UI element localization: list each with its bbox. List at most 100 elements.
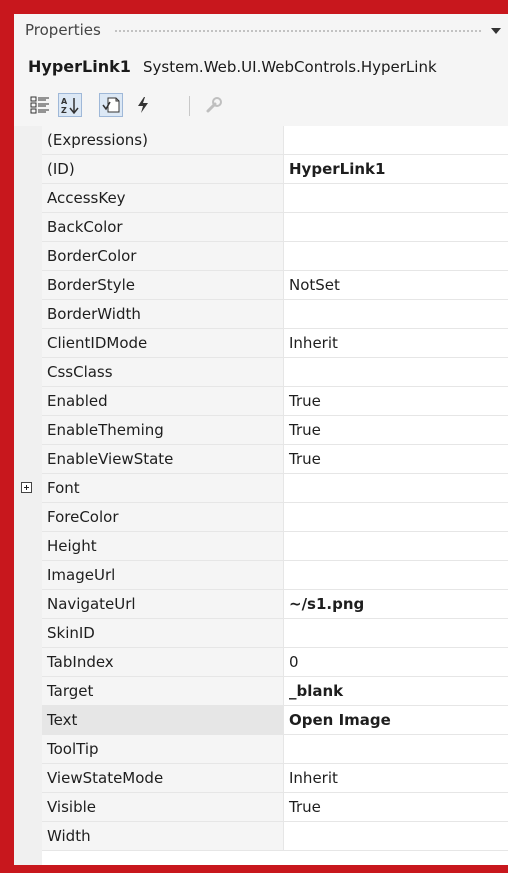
property-name-cell[interactable]: TabIndex — [42, 648, 283, 677]
property-row[interactable]: NavigateUrl ~/s1.png — [14, 590, 508, 619]
property-row[interactable]: ToolTip — [14, 735, 508, 764]
property-value-cell[interactable] — [284, 561, 508, 590]
property-name-cell[interactable]: EnableViewState — [42, 445, 283, 474]
property-name-cell[interactable]: (ID) — [42, 155, 283, 184]
property-value-cell[interactable]: True — [284, 416, 508, 445]
property-value-cell[interactable]: 0 — [284, 648, 508, 677]
property-value-cell[interactable] — [284, 358, 508, 387]
property-value: Open Image — [289, 711, 391, 729]
drag-grip[interactable] — [114, 29, 482, 34]
property-row[interactable]: Target _blank — [14, 677, 508, 706]
property-row[interactable]: ForeColor — [14, 503, 508, 532]
property-name-cell[interactable]: Height — [42, 532, 283, 561]
property-name-cell[interactable]: (Expressions) — [42, 126, 283, 155]
window-menu-button[interactable] — [488, 23, 504, 39]
property-name: Width — [47, 827, 91, 845]
property-row[interactable]: Height — [14, 532, 508, 561]
property-name-cell[interactable]: ViewStateMode — [42, 764, 283, 793]
property-value-cell[interactable]: Open Image — [284, 706, 508, 735]
property-name-cell[interactable]: ImageUrl — [42, 561, 283, 590]
properties-icon — [102, 97, 120, 113]
property-row[interactable]: AccessKey — [14, 184, 508, 213]
property-name: ToolTip — [47, 740, 99, 758]
property-name-cell[interactable]: Text — [42, 706, 283, 735]
property-name-cell[interactable]: Font — [42, 474, 283, 503]
property-row[interactable]: BackColor — [14, 213, 508, 242]
property-value-cell[interactable] — [284, 126, 508, 155]
property-name-cell[interactable]: ToolTip — [42, 735, 283, 764]
property-name-cell[interactable]: Target — [42, 677, 283, 706]
property-row[interactable]: Enabled True — [14, 387, 508, 416]
property-value-cell[interactable]: True — [284, 793, 508, 822]
property-row[interactable]: Visible True — [14, 793, 508, 822]
property-row[interactable]: BorderStyle NotSet — [14, 271, 508, 300]
property-value-cell[interactable]: _blank — [284, 677, 508, 706]
property-row[interactable]: EnableViewState True — [14, 445, 508, 474]
property-name-cell[interactable]: BackColor — [42, 213, 283, 242]
property-value-cell[interactable] — [284, 474, 508, 503]
property-value-cell[interactable] — [284, 532, 508, 561]
property-row[interactable]: Text Open Image — [14, 706, 508, 735]
property-name-cell[interactable]: NavigateUrl — [42, 590, 283, 619]
property-name-cell[interactable]: BorderStyle — [42, 271, 283, 300]
property-value-cell[interactable]: True — [284, 445, 508, 474]
property-row[interactable]: CssClass — [14, 358, 508, 387]
property-name: AccessKey — [47, 189, 126, 207]
property-name-cell[interactable]: EnableTheming — [42, 416, 283, 445]
property-pages-button[interactable] — [202, 93, 226, 117]
property-name-cell[interactable]: BorderColor — [42, 242, 283, 271]
property-row[interactable]: ImageUrl — [14, 561, 508, 590]
property-value-cell[interactable] — [284, 213, 508, 242]
property-value-cell[interactable]: NotSet — [284, 271, 508, 300]
property-value: _blank — [289, 682, 344, 700]
property-value: 0 — [289, 653, 299, 671]
properties-button[interactable] — [99, 93, 123, 117]
property-name-cell[interactable]: Enabled — [42, 387, 283, 416]
property-value-cell[interactable]: True — [284, 387, 508, 416]
property-value-cell[interactable] — [284, 735, 508, 764]
red-highlight-frame: Properties HyperLink1 System.Web.UI.WebC… — [0, 0, 508, 873]
events-button[interactable] — [131, 93, 155, 117]
property-row[interactable]: SkinID — [14, 619, 508, 648]
object-selector[interactable]: HyperLink1 System.Web.UI.WebControls.Hyp… — [14, 48, 508, 88]
property-value-cell[interactable]: Inherit — [284, 329, 508, 358]
alphabetical-button[interactable]: A Z — [58, 93, 82, 117]
property-value-cell[interactable]: HyperLink1 — [284, 155, 508, 184]
property-name-cell[interactable]: SkinID — [42, 619, 283, 648]
property-value-cell[interactable] — [284, 184, 508, 213]
property-row[interactable]: TabIndex 0 — [14, 648, 508, 677]
property-name-cell[interactable]: Width — [42, 822, 283, 851]
property-name-cell[interactable]: CssClass — [42, 358, 283, 387]
property-name: ForeColor — [47, 508, 119, 526]
property-row[interactable]: Font — [14, 474, 508, 503]
property-name-cell[interactable]: ClientIDMode — [42, 329, 283, 358]
property-name-cell[interactable]: AccessKey — [42, 184, 283, 213]
property-row[interactable]: Width — [14, 822, 508, 851]
svg-text:A: A — [61, 97, 68, 106]
property-value-cell[interactable]: Inherit — [284, 764, 508, 793]
properties-window: Properties HyperLink1 System.Web.UI.WebC… — [14, 14, 508, 865]
property-name: EnableTheming — [47, 421, 164, 439]
property-row[interactable]: ViewStateMode Inherit — [14, 764, 508, 793]
expand-plus-icon[interactable] — [21, 482, 32, 493]
property-value-cell[interactable] — [284, 242, 508, 271]
property-value-cell[interactable] — [284, 619, 508, 648]
property-value: ~/s1.png — [289, 595, 365, 613]
toolbar: A Z — [14, 88, 508, 126]
title-bar[interactable]: Properties — [14, 14, 508, 48]
property-row[interactable]: (Expressions) — [14, 126, 508, 155]
categorized-button[interactable] — [28, 93, 52, 117]
property-value-cell[interactable] — [284, 503, 508, 532]
property-row[interactable]: BorderColor — [14, 242, 508, 271]
property-row[interactable]: EnableTheming True — [14, 416, 508, 445]
property-row[interactable]: (ID) HyperLink1 — [14, 155, 508, 184]
property-row[interactable]: BorderWidth — [14, 300, 508, 329]
property-name: (ID) — [47, 160, 75, 178]
property-name-cell[interactable]: Visible — [42, 793, 283, 822]
property-value-cell[interactable] — [284, 822, 508, 851]
property-value-cell[interactable]: ~/s1.png — [284, 590, 508, 619]
property-row[interactable]: ClientIDMode Inherit — [14, 329, 508, 358]
property-name-cell[interactable]: BorderWidth — [42, 300, 283, 329]
property-value-cell[interactable] — [284, 300, 508, 329]
property-name-cell[interactable]: ForeColor — [42, 503, 283, 532]
